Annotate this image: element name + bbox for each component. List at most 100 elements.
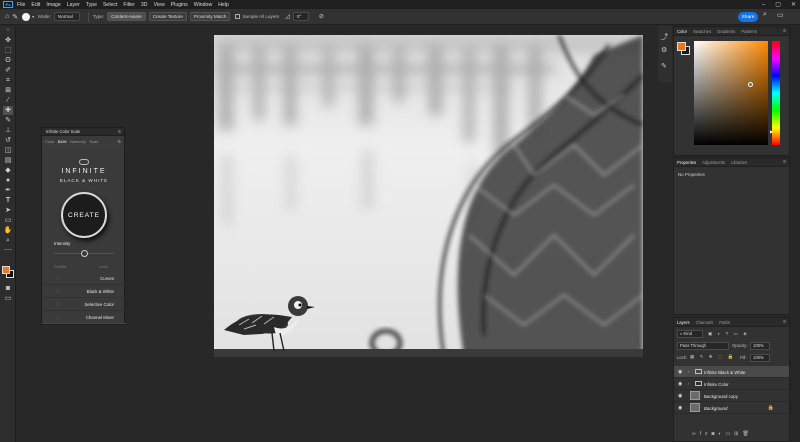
home-icon[interactable]: ⌂ xyxy=(5,13,9,20)
pressure-size-icon[interactable]: ⊘ xyxy=(319,13,324,20)
menu-help[interactable]: Help xyxy=(218,2,229,8)
tab-channels[interactable]: Channels xyxy=(696,320,714,325)
close-icon[interactable]: ✕ xyxy=(791,1,796,8)
maximize-icon[interactable]: ▢ xyxy=(775,1,781,8)
visibility-eye-icon[interactable]: ◉ xyxy=(678,393,682,399)
search-icon[interactable]: ⌕ xyxy=(763,11,767,19)
frame-tool-icon[interactable]: ⊠ xyxy=(3,86,13,95)
gradient-tool-icon[interactable]: ▤ xyxy=(3,156,13,165)
layer-filter-select[interactable]: ⌕ Kind xyxy=(677,330,703,338)
add-mask-icon[interactable]: ◙ xyxy=(711,431,718,437)
chevron-right-icon[interactable]: › xyxy=(688,381,690,386)
screen-mode-icon[interactable]: ▭ xyxy=(3,294,13,303)
hue-slider-handle-icon[interactable]: ▶ xyxy=(770,129,773,134)
visibility-eye-icon[interactable]: ◉ xyxy=(678,405,682,411)
adjustment-layer-icon[interactable]: ◐ xyxy=(719,431,726,437)
move-tool-icon[interactable]: ✥ xyxy=(3,36,13,45)
crop-tool-icon[interactable]: ⌗ xyxy=(3,76,13,85)
menu-layer[interactable]: Layer xyxy=(67,2,80,8)
blend-mode-select[interactable]: Pass Through xyxy=(677,342,729,350)
panel-menu-icon[interactable]: ≡ xyxy=(783,28,786,34)
more-tools-icon[interactable]: ⋯ xyxy=(3,246,13,255)
path-selection-tool-icon[interactable]: ➤ xyxy=(3,206,13,215)
layer-row-infinite-black-white[interactable]: ◉ › Infinite Black & White xyxy=(674,366,789,378)
layer-filter-icons[interactable]: ▣ ◐ T ▭ ◈ xyxy=(708,331,749,337)
opacity-input[interactable]: 100% xyxy=(750,342,770,350)
menu-view[interactable]: View xyxy=(154,2,165,8)
hue-slider[interactable] xyxy=(772,41,780,145)
menu-image[interactable]: Image xyxy=(46,2,60,8)
menu-filter[interactable]: Filter xyxy=(123,2,135,8)
type-tool-icon[interactable]: T xyxy=(3,196,13,205)
history-brush-tool-icon[interactable]: ↺ xyxy=(3,136,13,145)
minimize-icon[interactable]: – xyxy=(762,2,765,8)
undo-label[interactable]: undo xyxy=(99,264,108,269)
create-button[interactable]: CREATE xyxy=(61,192,107,238)
tab-properties[interactable]: Properties xyxy=(677,160,696,165)
clone-stamp-tool-icon[interactable]: ⊥ xyxy=(3,126,13,135)
tab-bw[interactable]: B&W xyxy=(58,139,67,145)
menu-3d[interactable]: 3D xyxy=(141,2,148,8)
layer-row-infinite-color[interactable]: ◉ › Infinite Color xyxy=(674,378,789,390)
share-button[interactable]: Share xyxy=(738,12,758,22)
tab-swatches[interactable]: Swatches xyxy=(693,29,711,34)
zoom-tool-icon[interactable]: ⌕ xyxy=(3,236,13,245)
blur-tool-icon[interactable]: ◆ xyxy=(3,166,13,175)
color-picker-handle[interactable] xyxy=(748,82,753,87)
brush-tool-icon[interactable]: ✎ xyxy=(3,116,13,125)
workspace-icon[interactable]: ▭ xyxy=(777,11,784,19)
hand-tool-icon[interactable]: ✋ xyxy=(3,226,13,235)
quick-mask-icon[interactable]: ◙ xyxy=(3,284,13,293)
intensity-slider-handle[interactable] xyxy=(80,250,88,257)
delete-layer-icon[interactable]: 🗑 xyxy=(742,431,752,437)
panel-menu-icon[interactable]: ≡ xyxy=(118,129,121,135)
tab-color[interactable]: Color xyxy=(45,139,55,145)
brush-settings-icon[interactable]: ✎ xyxy=(661,62,667,70)
link-layers-icon[interactable]: ∞ xyxy=(692,431,700,437)
brush-preset-icon[interactable] xyxy=(22,12,31,21)
tab-tools[interactable]: Tools xyxy=(89,139,98,145)
tab-color[interactable]: Color xyxy=(677,29,687,34)
visibility-eye-icon[interactable]: ◉ xyxy=(678,369,682,375)
dodge-tool-icon[interactable]: ● xyxy=(3,176,13,185)
mode-select[interactable]: Normal xyxy=(53,12,80,21)
sample-all-layers-checkbox[interactable] xyxy=(235,14,241,19)
tab-harmony[interactable]: Harmony xyxy=(70,139,86,145)
tab-layers[interactable]: Layers xyxy=(677,320,690,325)
menu-window[interactable]: Window xyxy=(194,2,212,8)
eyedropper-tool-icon[interactable]: ⁄ xyxy=(3,96,13,105)
color-field[interactable] xyxy=(694,41,768,145)
tab-libraries[interactable]: Libraries xyxy=(731,160,747,165)
eraser-tool-icon[interactable]: ◫ xyxy=(3,146,13,155)
adjustment-curves[interactable]: ⟋ Curves xyxy=(42,272,126,285)
menu-type[interactable]: Type xyxy=(86,2,97,8)
create-texture-button[interactable]: Create Texture xyxy=(148,12,187,21)
layer-row-background[interactable]: ◉ Background 🔒 xyxy=(674,402,789,414)
panel-menu-icon[interactable]: ≡ xyxy=(783,319,786,325)
layer-row-background-copy[interactable]: ◉ Background copy xyxy=(674,390,789,402)
marquee-tool-icon[interactable]: ⬚ xyxy=(3,46,13,55)
document-canvas[interactable] xyxy=(214,35,643,357)
adjust-icon[interactable]: ⚙ xyxy=(661,46,667,54)
menu-plugins[interactable]: Plugins xyxy=(171,2,188,8)
lasso-tool-icon[interactable]: ʘ xyxy=(3,56,13,65)
tab-adjustments[interactable]: Adjustments xyxy=(702,160,725,165)
menu-select[interactable]: Select xyxy=(103,2,117,8)
proximity-match-button[interactable]: Proximity Match xyxy=(189,12,231,21)
foreground-color-chip[interactable] xyxy=(677,42,686,51)
tab-patterns[interactable]: Patterns xyxy=(741,29,757,34)
adjustment-selective-color[interactable]: ⟋ Selective Color xyxy=(42,298,126,311)
menu-file[interactable]: File xyxy=(17,2,25,8)
visibility-eye-icon[interactable]: ◉ xyxy=(678,381,682,387)
lock-icons[interactable]: ▦ ✎ ✥ ⬚ 🔒 xyxy=(690,354,735,360)
content-aware-button[interactable]: Content-Aware xyxy=(107,12,146,21)
tab-gradients[interactable]: Gradients xyxy=(717,29,735,34)
quick-selection-tool-icon[interactable]: ✐ xyxy=(3,66,13,75)
adjustment-black-white[interactable]: ⟋ Black & White xyxy=(42,285,126,298)
layer-style-icon[interactable]: fx xyxy=(700,431,712,437)
lock-icon[interactable]: 🔒 xyxy=(768,405,774,411)
new-group-icon[interactable]: ▭ xyxy=(726,431,735,437)
menu-edit[interactable]: Edit xyxy=(31,2,40,8)
pen-tool-icon[interactable]: ✒ xyxy=(3,186,13,195)
tab-paths[interactable]: Paths xyxy=(719,320,730,325)
